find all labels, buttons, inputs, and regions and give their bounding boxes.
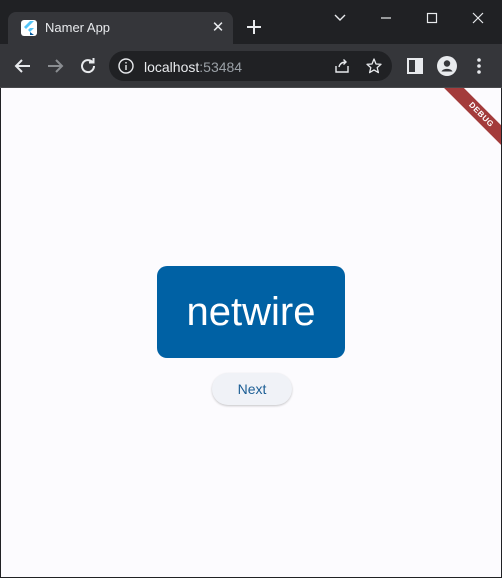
maximize-icon[interactable] bbox=[420, 6, 444, 30]
tab-title: Namer App bbox=[45, 20, 111, 35]
share-icon[interactable] bbox=[333, 57, 351, 75]
flutter-logo-icon bbox=[21, 20, 37, 36]
plus-icon[interactable] bbox=[243, 16, 265, 38]
next-button[interactable]: Next bbox=[212, 373, 292, 405]
close-icon[interactable] bbox=[466, 6, 490, 30]
url-port: :53484 bbox=[199, 59, 243, 75]
word-pair-card: netwire bbox=[157, 266, 345, 358]
more-vert-icon[interactable] bbox=[467, 54, 491, 78]
browser-toolbar: localhost:53484 bbox=[0, 44, 502, 88]
reload-icon[interactable] bbox=[76, 54, 100, 78]
browser-window: Namer App ✕ localhost:53484 DEBUG netwir… bbox=[0, 0, 502, 578]
address-bar[interactable]: localhost:53484 bbox=[109, 51, 392, 81]
url-text: localhost:53484 bbox=[144, 59, 242, 75]
minimize-icon[interactable] bbox=[374, 6, 398, 30]
tab-close-icon[interactable]: ✕ bbox=[209, 19, 227, 37]
arrow-left-icon[interactable] bbox=[11, 54, 35, 78]
profile-icon[interactable] bbox=[435, 54, 459, 78]
tab-namer-app[interactable]: Namer App ✕ bbox=[8, 12, 233, 44]
chevron-down-icon[interactable] bbox=[328, 6, 352, 30]
arrow-right-icon[interactable] bbox=[43, 54, 67, 78]
star-icon[interactable] bbox=[365, 57, 383, 75]
tab-strip: Namer App ✕ bbox=[0, 0, 502, 44]
url-host: localhost bbox=[144, 59, 200, 75]
info-icon[interactable] bbox=[117, 57, 135, 75]
debug-banner: DEBUG bbox=[433, 88, 501, 163]
page-viewport: DEBUG netwire Next bbox=[1, 88, 501, 577]
side-panel-icon[interactable] bbox=[403, 54, 427, 78]
